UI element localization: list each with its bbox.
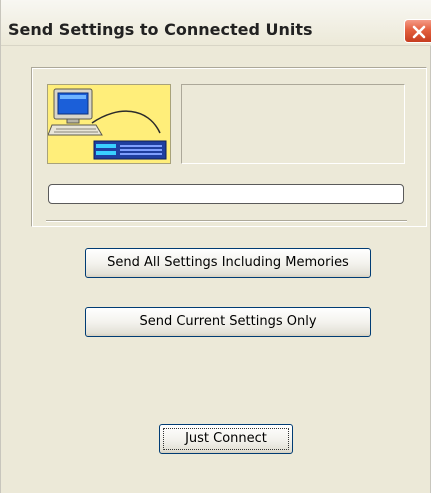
send-settings-dialog: Send Settings to Connected Units Send Al… — [0, 0, 431, 493]
close-button[interactable] — [404, 19, 431, 43]
send-all-settings-label: Send All Settings Including Memories — [107, 255, 349, 270]
separator-line — [46, 220, 407, 222]
send-current-settings-label: Send Current Settings Only — [139, 314, 317, 329]
title-bar[interactable]: Send Settings to Connected Units — [1, 0, 431, 46]
window-title: Send Settings to Connected Units — [8, 20, 313, 39]
send-all-settings-button[interactable]: Send All Settings Including Memories — [85, 248, 371, 278]
status-display — [181, 84, 405, 164]
connection-icon-tile — [47, 84, 171, 164]
computer-to-rack-unit-icon — [47, 88, 167, 160]
just-connect-button[interactable]: Just Connect — [159, 424, 293, 454]
just-connect-label: Just Connect — [185, 431, 267, 446]
send-current-settings-button[interactable]: Send Current Settings Only — [85, 307, 371, 337]
close-icon — [412, 25, 426, 39]
progress-bar — [48, 184, 404, 204]
